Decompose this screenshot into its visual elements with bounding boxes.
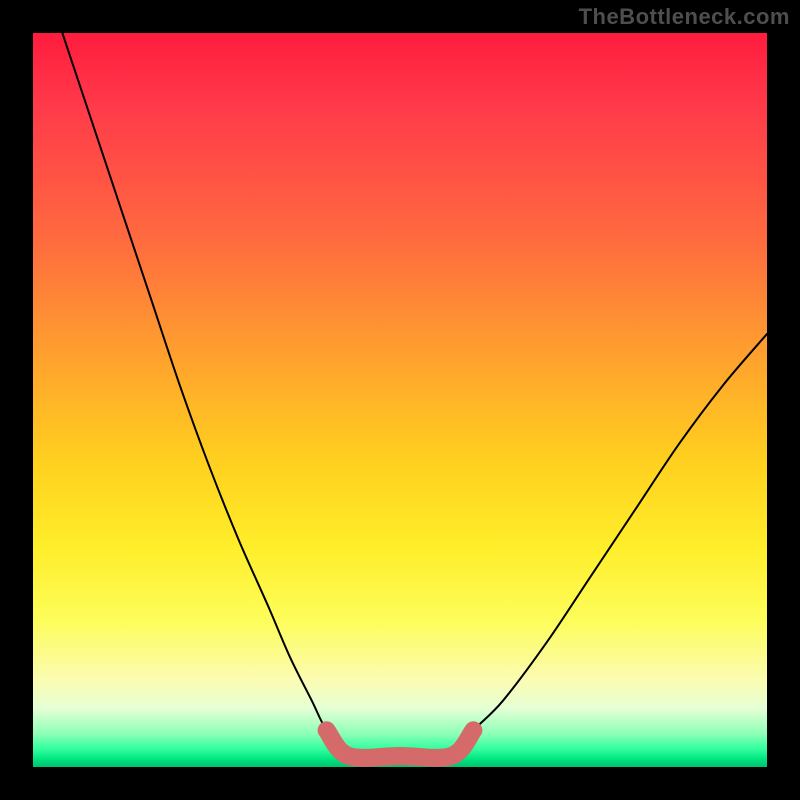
curve-layer [33, 33, 767, 767]
v-curve-line [62, 33, 767, 758]
chart-frame: TheBottleneck.com [0, 0, 800, 800]
watermark-text: TheBottleneck.com [579, 4, 790, 30]
trough-marker-line [327, 730, 474, 758]
plot-area [33, 33, 767, 767]
